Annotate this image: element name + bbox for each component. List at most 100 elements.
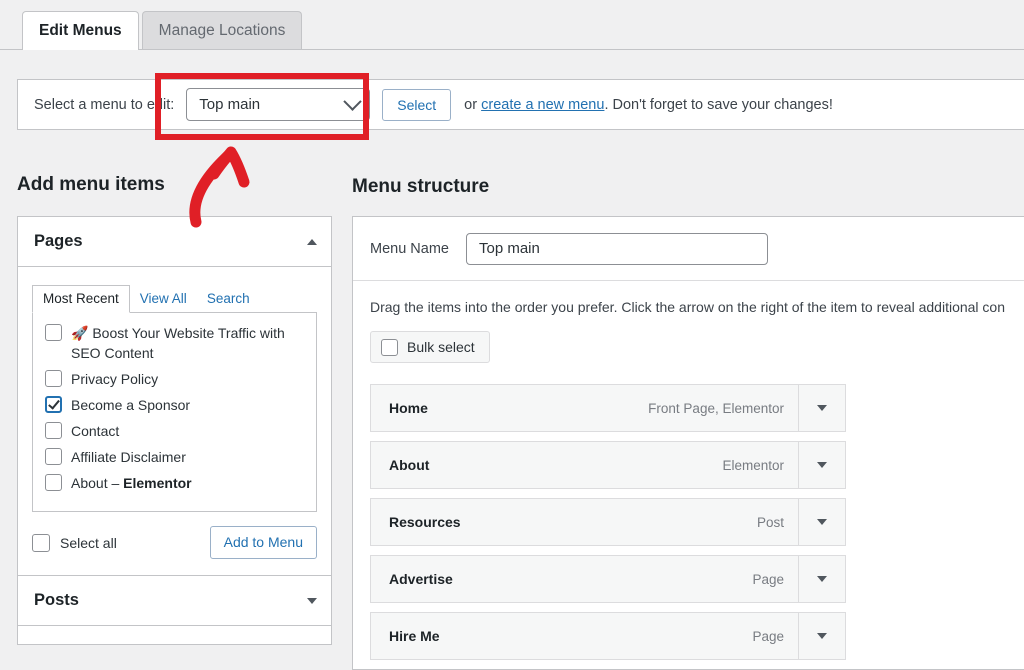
page-checkbox-checked[interactable] — [45, 396, 62, 413]
menu-select-value: Top main — [199, 96, 261, 113]
list-item[interactable]: Contact — [41, 421, 308, 441]
menu-structure-column: Menu Name Top main Drag the items into t… — [352, 216, 1024, 670]
nav-tab-wrapper: Edit Menus Manage Locations — [0, 0, 1024, 50]
pages-subtabs: Most Recent View All Search — [32, 285, 317, 313]
subtab-search[interactable]: Search — [197, 286, 260, 312]
triangle-down-icon — [817, 576, 827, 582]
menu-structure-body: Drag the items into the order you prefer… — [353, 281, 1024, 660]
pages-accordion-header[interactable]: Pages — [18, 217, 331, 267]
menu-item-row[interactable]: Advertise Page — [370, 555, 846, 603]
subtab-most-recent-label: Most Recent — [43, 291, 119, 306]
page-checkbox[interactable] — [45, 448, 62, 465]
select-all-label: Select all — [60, 534, 117, 551]
menu-item-type: Front Page, Elementor — [648, 400, 784, 416]
add-menu-items-heading: Add menu items — [17, 174, 165, 195]
list-item[interactable]: 🚀 Boost Your Website Traffic with SEO Co… — [41, 323, 308, 363]
list-item[interactable]: Privacy Policy — [41, 369, 308, 389]
menu-item-row[interactable]: Hire Me Page — [370, 612, 846, 660]
menu-name-row: Menu Name Top main — [353, 217, 1024, 281]
bulk-select-label: Bulk select — [407, 339, 475, 355]
page-label-text: About – — [71, 475, 124, 491]
menu-items-list: Home Front Page, Elementor About Element… — [370, 384, 1024, 660]
menu-item-type: Post — [756, 514, 784, 530]
page-label: About – Elementor — [71, 473, 308, 493]
menu-item-expand-button[interactable] — [798, 499, 845, 545]
bulk-select-checkbox[interactable] — [381, 339, 398, 356]
tab-edit-menus-label: Edit Menus — [39, 22, 122, 39]
triangle-up-icon[interactable] — [307, 238, 317, 245]
menu-item-row[interactable]: Home Front Page, Elementor — [370, 384, 846, 432]
tab-manage-locations-label: Manage Locations — [158, 22, 286, 39]
menu-item-expand-button[interactable] — [798, 442, 845, 488]
menu-select-bar: Select a menu to edit: Top main Select o… — [17, 79, 1024, 130]
menu-name-input[interactable]: Top main — [465, 232, 768, 265]
add-menu-items-column: Pages Most Recent View All Search 🚀 Boos… — [17, 216, 332, 645]
bulk-select-control[interactable]: Bulk select — [370, 331, 490, 363]
pages-accordion-body: Most Recent View All Search 🚀 Boost Your… — [18, 267, 331, 512]
menu-item-title: Advertise — [389, 571, 453, 587]
menu-item-expand-button[interactable] — [798, 385, 845, 431]
menu-item-type: Page — [752, 628, 784, 644]
page-label-text: Boost Your Website Traffic with SEO Cont… — [71, 325, 285, 361]
save-reminder-text: . Don't forget to save your changes! — [604, 96, 833, 113]
menu-item-title: Resources — [389, 514, 461, 530]
menu-name-label: Menu Name — [370, 240, 449, 257]
select-all-checkbox[interactable] — [32, 534, 50, 552]
list-item[interactable]: Affiliate Disclaimer — [41, 447, 308, 467]
menu-item-expand-button[interactable] — [798, 556, 845, 602]
select-button-label: Select — [397, 96, 437, 113]
page-checkbox[interactable] — [45, 324, 62, 341]
menu-structure-heading: Menu structure — [352, 176, 490, 197]
or-text: or — [464, 96, 478, 113]
posts-accordion-title: Posts — [34, 591, 79, 609]
triangle-down-icon — [817, 405, 827, 411]
triangle-down-icon — [817, 633, 827, 639]
menu-item-expand-button[interactable] — [798, 613, 845, 659]
subtab-view-all[interactable]: View All — [130, 286, 197, 312]
rocket-icon: 🚀 — [71, 325, 89, 341]
subtab-search-label: Search — [206, 291, 250, 306]
pages-accordion-title: Pages — [34, 232, 83, 250]
tab-edit-menus[interactable]: Edit Menus — [22, 11, 139, 50]
create-new-menu-link[interactable]: create a new menu — [481, 97, 604, 113]
triangle-down-icon[interactable] — [307, 597, 317, 604]
create-menu-hint: or create a new menu. Don't forget to sa… — [464, 97, 833, 113]
menu-item-title: Home — [389, 400, 428, 416]
list-item[interactable]: About – Elementor — [41, 473, 308, 493]
menu-item-type: Page — [752, 571, 784, 587]
subtab-most-recent[interactable]: Most Recent — [32, 285, 130, 313]
menu-item-row[interactable]: About Elementor — [370, 441, 846, 489]
page-label-emphasis: Elementor — [123, 475, 192, 491]
add-to-menu-label: Add to Menu — [223, 534, 303, 550]
triangle-down-icon — [817, 519, 827, 525]
drag-instructions: Drag the items into the order you prefer… — [370, 299, 1005, 315]
page-checkbox[interactable] — [45, 370, 62, 387]
posts-accordion-header[interactable]: Posts — [18, 576, 331, 626]
page-label: Contact — [71, 423, 120, 439]
tab-manage-locations[interactable]: Manage Locations — [141, 11, 303, 49]
curved-arrow-up-icon — [189, 146, 250, 228]
pages-accordion-footer: Select all Add to Menu — [18, 512, 331, 576]
subtab-view-all-label: View All — [139, 291, 187, 306]
list-item[interactable]: Become a Sponsor — [41, 395, 308, 415]
menu-item-row[interactable]: Resources Post — [370, 498, 846, 546]
page-checkbox[interactable] — [45, 422, 62, 439]
page-label: Become a Sponsor — [71, 397, 191, 413]
page-checkbox[interactable] — [45, 474, 62, 491]
next-accordion-peek — [18, 626, 331, 644]
pages-checkbox-list: 🚀 Boost Your Website Traffic with SEO Co… — [32, 312, 317, 512]
chevron-down-icon — [343, 92, 362, 111]
wordpress-menus-screen: Edit Menus Manage Locations Select a men… — [0, 0, 1024, 670]
menu-select-dropdown[interactable]: Top main — [186, 88, 371, 121]
select-all-control[interactable]: Select all — [32, 533, 117, 552]
add-to-menu-button[interactable]: Add to Menu — [209, 526, 317, 559]
menu-item-title: About — [389, 457, 430, 473]
select-menu-label: Select a menu to edit: — [34, 96, 175, 113]
menu-name-value: Top main — [478, 240, 540, 257]
page-label: 🚀 Boost Your Website Traffic with SEO Co… — [71, 323, 308, 363]
menu-item-title: Hire Me — [389, 628, 440, 644]
page-label: Privacy Policy — [71, 371, 159, 387]
triangle-down-icon — [817, 462, 827, 468]
select-button[interactable]: Select — [382, 88, 452, 121]
page-label: Affiliate Disclaimer — [71, 449, 186, 465]
